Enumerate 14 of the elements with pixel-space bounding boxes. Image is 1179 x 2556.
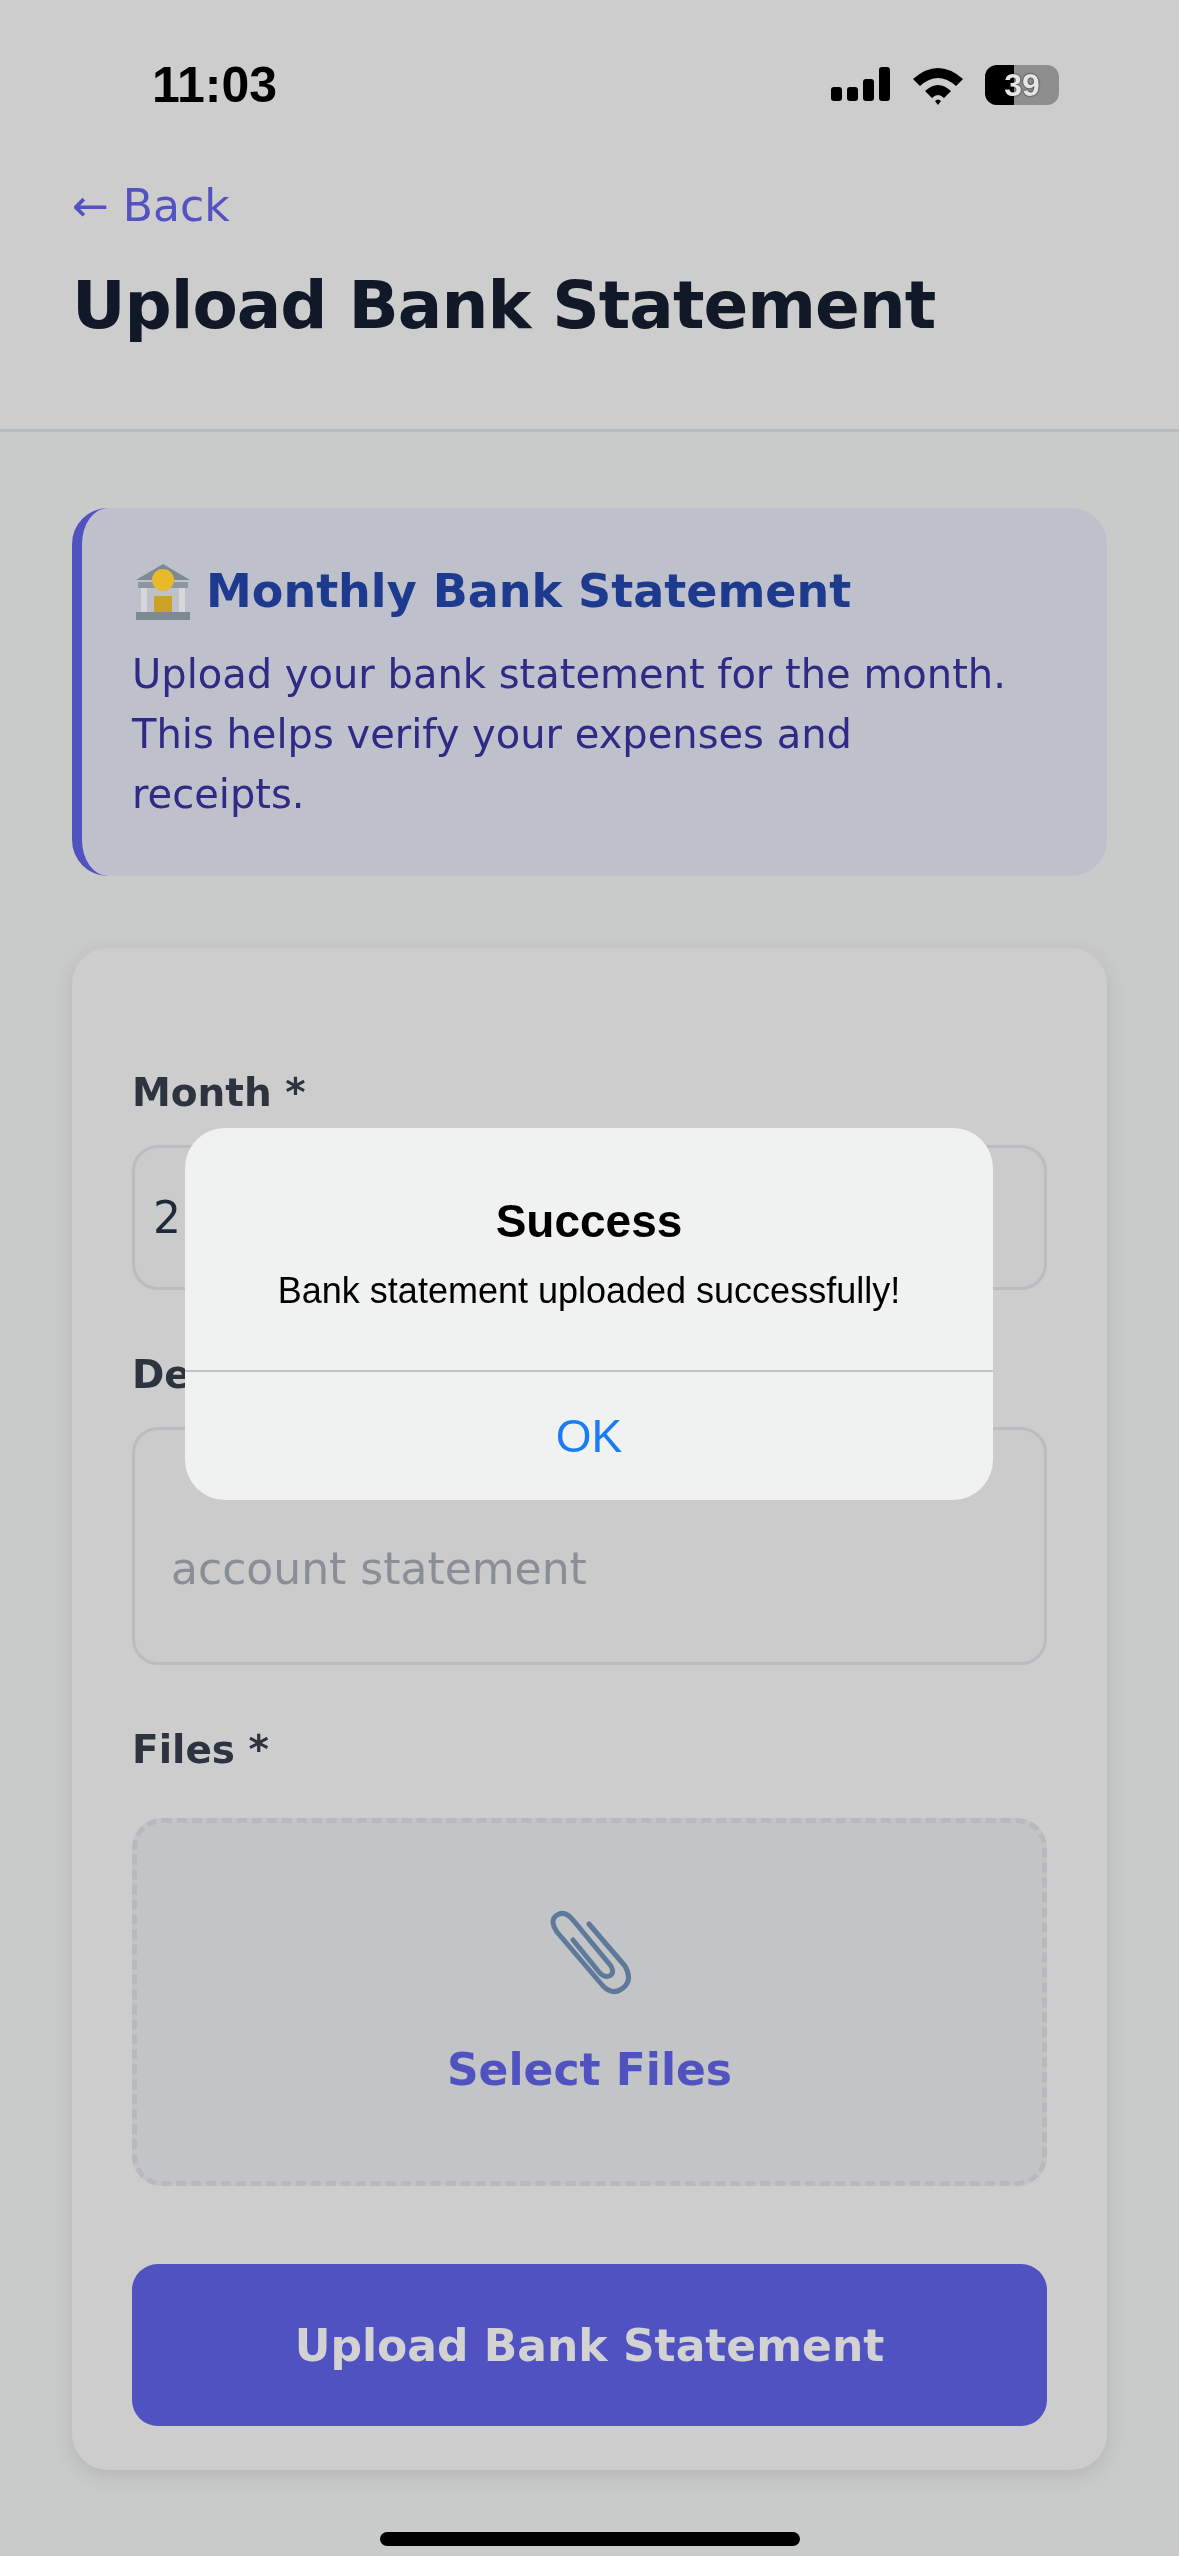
field-label: Month * bbox=[132, 1070, 306, 1115]
page-title: Upload Bank Statement bbox=[72, 267, 937, 344]
alert-title: Success bbox=[494, 1194, 684, 1248]
status-time: 11:03 bbox=[152, 56, 278, 114]
ok-button[interactable]: OK bbox=[185, 1370, 993, 1500]
file-drop-zone[interactable]: Select Files bbox=[132, 1818, 1047, 2186]
info-text: Upload your bank statement for the month. This helps verify your expenses and receipts. bbox=[132, 650, 1007, 819]
field-label: Files * bbox=[132, 1727, 269, 1772]
select-files-button[interactable]: Select Files bbox=[446, 2043, 733, 2095]
upload-button[interactable]: Upload Bank Statement bbox=[132, 2264, 1047, 2426]
wifi-icon bbox=[911, 65, 965, 105]
info-title: Monthly Bank Statement bbox=[206, 564, 852, 618]
back-link[interactable]: ← Back bbox=[72, 180, 230, 231]
alert-message: Bank statement uploaded successfully! bbox=[276, 1270, 902, 1312]
